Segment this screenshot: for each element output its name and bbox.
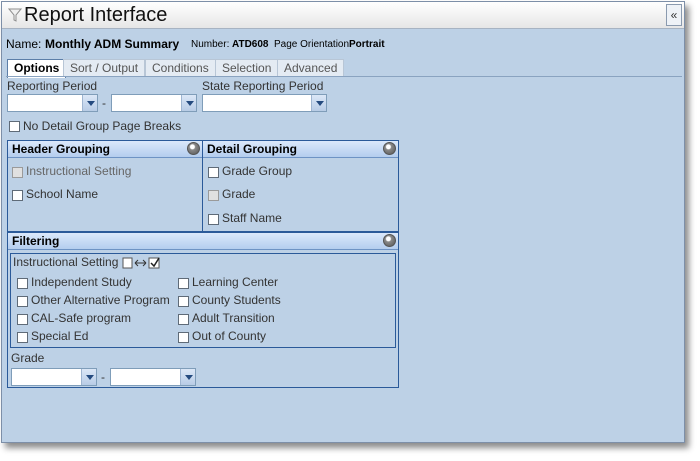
filter-special-ed-checkbox[interactable]	[17, 332, 28, 343]
detail-staff-name-checkbox[interactable]	[208, 214, 219, 225]
collapse-button[interactable]: «	[666, 4, 682, 26]
filter-adult-transition-label: Adult Transition	[192, 311, 275, 325]
chevron-down-icon[interactable]	[180, 369, 195, 385]
orientation-value: Portrait	[349, 39, 385, 50]
report-name: Monthly ADM Summary	[45, 37, 180, 51]
detail-grouping-title: Detail Grouping	[207, 142, 297, 156]
name-label: Name:	[6, 37, 42, 51]
header-grouping-title: Header Grouping	[12, 142, 111, 156]
filter-cal-safe-label: CAL-Safe program	[31, 311, 132, 325]
filtering-header: Filtering	[8, 233, 398, 250]
options-icon[interactable]	[383, 142, 396, 155]
options-icon[interactable]	[383, 234, 396, 247]
reporting-period-end-select[interactable]	[111, 94, 197, 112]
filter-out-of-county-checkbox[interactable]	[178, 332, 189, 343]
tab-advanced[interactable]: Advanced	[277, 59, 345, 76]
period-range-separator: -	[102, 96, 106, 110]
filter-learning-center-checkbox[interactable]	[178, 278, 189, 289]
detail-grouping-header: Detail Grouping	[203, 141, 398, 158]
reporting-period-label: Reporting Period	[7, 79, 98, 93]
detail-staff-name-label: Staff Name	[222, 211, 282, 225]
header-school-name-checkbox[interactable]	[12, 190, 23, 201]
header-grouping-header: Header Grouping	[8, 141, 202, 158]
tab-conditions[interactable]: Conditions	[145, 59, 216, 76]
window-title: Report Interface	[24, 4, 168, 26]
filter-special-ed-label: Special Ed	[31, 329, 89, 343]
filter-independent-study-checkbox[interactable]	[17, 278, 28, 289]
tab-sort-output[interactable]: Sort / Output	[63, 59, 146, 76]
filter-other-alternative-label: Other Alternative Program	[31, 293, 170, 307]
title-bar: Report Interface «	[2, 2, 684, 29]
no-detail-breaks-checkbox[interactable]	[9, 121, 20, 132]
chevron-down-icon[interactable]	[311, 95, 326, 111]
options-icon[interactable]	[187, 142, 200, 155]
detail-grade-group-label: Grade Group	[222, 164, 293, 178]
header-instructional-setting-checkbox	[12, 167, 23, 178]
filter-independent-study-label: Independent Study	[31, 275, 132, 289]
state-reporting-period-select[interactable]	[202, 94, 327, 112]
header-grouping-panel: Header Grouping Instructional Setting Sc…	[7, 140, 203, 232]
header-instructional-setting-label: Instructional Setting	[26, 164, 132, 178]
filter-other-alternative-checkbox[interactable]	[17, 296, 28, 307]
select-all-toggle-icon[interactable]	[122, 256, 162, 270]
detail-grouping-panel: Detail Grouping Grade Group Grade Staff …	[202, 140, 399, 232]
filtering-title: Filtering	[12, 234, 60, 248]
grade-end-select[interactable]	[110, 368, 196, 386]
number-label: Number:	[191, 39, 230, 50]
report-info-bar: Name: Monthly ADM Summary Number: ATD608…	[2, 30, 684, 57]
no-detail-breaks-label: No Detail Group Page Breaks	[23, 119, 182, 133]
instructional-setting-group: Instructional Setting Independent Study …	[10, 253, 396, 348]
chevron-down-icon[interactable]	[81, 369, 96, 385]
funnel-icon	[8, 8, 22, 22]
filter-learning-center-label: Learning Center	[192, 275, 279, 289]
filter-out-of-county-label: Out of County	[192, 329, 267, 343]
state-reporting-period-label: State Reporting Period	[202, 79, 324, 93]
header-school-name-label: School Name	[26, 187, 99, 201]
grade-filter-label: Grade	[11, 351, 45, 365]
filter-cal-safe-checkbox[interactable]	[17, 314, 28, 325]
reporting-period-start-select[interactable]	[7, 94, 98, 112]
chevron-down-icon[interactable]	[82, 95, 97, 111]
filter-county-students-label: County Students	[192, 293, 281, 307]
tab-selection[interactable]: Selection	[215, 59, 279, 76]
filter-adult-transition-checkbox[interactable]	[178, 314, 189, 325]
grade-start-select[interactable]	[11, 368, 97, 386]
chevron-down-icon[interactable]	[181, 95, 196, 111]
instructional-setting-filter-label: Instructional Setting	[13, 255, 119, 269]
orientation-label: Page Orientation:	[274, 39, 352, 50]
tab-divider	[6, 76, 682, 77]
filter-county-students-checkbox[interactable]	[178, 296, 189, 307]
detail-grade-label: Grade	[222, 187, 256, 201]
detail-grade-group-checkbox[interactable]	[208, 167, 219, 178]
grade-range-separator: -	[101, 370, 105, 384]
report-number: ATD608	[232, 39, 269, 50]
filtering-panel: Filtering Instructional Setting Independ…	[7, 232, 399, 388]
detail-grade-checkbox	[208, 190, 219, 201]
report-interface-window: Report Interface « Name: Monthly ADM Sum…	[1, 1, 685, 443]
